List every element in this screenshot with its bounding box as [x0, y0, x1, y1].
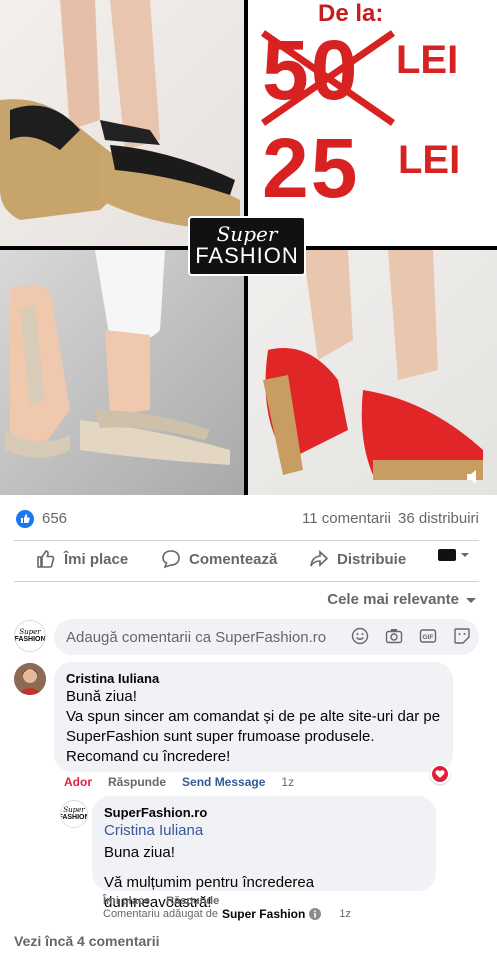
like-reaction-icon[interactable] [16, 510, 34, 528]
comment-bubble-icon [162, 550, 180, 569]
sticker-icon[interactable] [453, 627, 471, 645]
added-by-line: Comentariu adăugat de Super Fashion 1z [103, 907, 351, 921]
comment-time[interactable]: 1z [281, 775, 294, 789]
added-by-prefix: Comentariu adăugat de [103, 908, 218, 920]
brand-logo-badge: Super FASHION [188, 216, 306, 276]
comment-bubble: Cristina Iuliana Bună ziua! Va spun sinc… [54, 662, 453, 772]
reply-like-link[interactable]: Îmi place [103, 895, 150, 907]
new-price-currency: LEI [398, 138, 461, 182]
product-photo-beige-sandals[interactable] [0, 250, 244, 495]
comment-input[interactable]: Adaugă comentarii ca SuperFashion.ro GIF [54, 619, 479, 655]
reply-text-line: Buna ziua! [104, 844, 175, 861]
share-button[interactable]: Distribuie [309, 549, 406, 569]
added-by-name[interactable]: Super Fashion [222, 907, 305, 921]
comment-text-line: Va spun sincer am comandat și de pe alte… [66, 708, 441, 725]
like-button[interactable]: Îmi place [36, 549, 128, 569]
share-arrow-icon [310, 550, 329, 567]
send-message-link[interactable]: Send Message [182, 775, 265, 789]
comment-input-placeholder: Adaugă comentarii ca SuperFashion.ro [66, 629, 327, 646]
reaction-count[interactable]: 656 [42, 510, 67, 527]
page-avatar[interactable]: Super FASHION [14, 620, 46, 652]
reply-bubble: SuperFashion.ro Cristina Iuliana Buna zi… [92, 796, 436, 911]
reply-link[interactable]: Răspunde [108, 775, 166, 789]
comment-count[interactable]: 11 comentarii [302, 510, 391, 527]
chevron-down-icon [461, 553, 469, 557]
product-photo-black-sandals[interactable] [0, 0, 244, 246]
post-stats-bar: 656 11 comentarii 36 distribuiri [0, 505, 497, 535]
product-photo-red-wedges[interactable] [248, 250, 497, 495]
comment-text-line: Bună ziua! [66, 688, 137, 705]
comment-author[interactable]: Cristina Iuliana [66, 670, 441, 687]
comment-text-line: Recomand cu încredere! [66, 748, 231, 765]
like-label: Îmi place [64, 550, 129, 568]
page-avatar-mini [438, 549, 456, 561]
comment-button[interactable]: Comentează [161, 549, 277, 569]
divider [14, 581, 479, 582]
emoji-icon[interactable] [351, 627, 369, 645]
strike-through-x-icon [261, 30, 395, 126]
video-sound-icon[interactable] [465, 469, 481, 485]
beige-sandal-illustration [5, 250, 230, 465]
author-love-tag[interactable]: Ador [64, 775, 92, 789]
comment-label: Comentează [189, 550, 278, 568]
reply-author[interactable]: SuperFashion.ro [104, 804, 424, 821]
comment-meta: Ador Răspunde Send Message 1z [64, 775, 294, 789]
price-banner: De la: 50 LEI 25 LEI [248, 0, 497, 246]
commenter-avatar[interactable] [14, 663, 46, 695]
svg-text:GIF: GIF [423, 634, 434, 641]
post-image-collage[interactable]: De la: 50 LEI 25 LEI [0, 0, 497, 495]
view-more-comments-link[interactable]: Vezi încă 4 comentarii [14, 933, 160, 949]
comment-text-line: SuperFashion sunt super frumoase produse… [66, 728, 375, 745]
reply-reply-link[interactable]: Răspunde [166, 895, 219, 907]
reply-page-avatar[interactable]: Super FASHION [60, 800, 88, 828]
new-price: 25 [262, 121, 360, 215]
info-icon[interactable] [309, 908, 322, 920]
love-reaction-icon[interactable] [430, 764, 450, 784]
comment-sort-dropdown[interactable]: Cele mai relevante [327, 591, 477, 608]
gif-icon[interactable]: GIF [419, 627, 437, 645]
reply-mention[interactable]: Cristina Iuliana [104, 821, 424, 841]
reply-time[interactable]: 1z [339, 908, 351, 920]
post-actions-bar: Îmi place Comentează Distribuie [0, 541, 497, 581]
reply-meta: Îmi place Răspunde [103, 895, 219, 907]
share-count[interactable]: 36 distribuiri [398, 510, 479, 527]
profile-photo-icon [14, 663, 46, 695]
camera-icon[interactable] [385, 627, 403, 645]
old-price-currency: LEI [396, 38, 459, 82]
black-sandal-illustration [0, 0, 240, 230]
page-voice-switcher[interactable] [438, 549, 470, 561]
composer-tools: GIF [351, 627, 471, 645]
caret-down-icon [466, 597, 476, 603]
thumbs-up-icon [37, 550, 55, 568]
sort-label: Cele mai relevante [327, 591, 459, 608]
share-label: Distribuie [337, 550, 407, 568]
red-wedge-illustration [263, 250, 483, 480]
